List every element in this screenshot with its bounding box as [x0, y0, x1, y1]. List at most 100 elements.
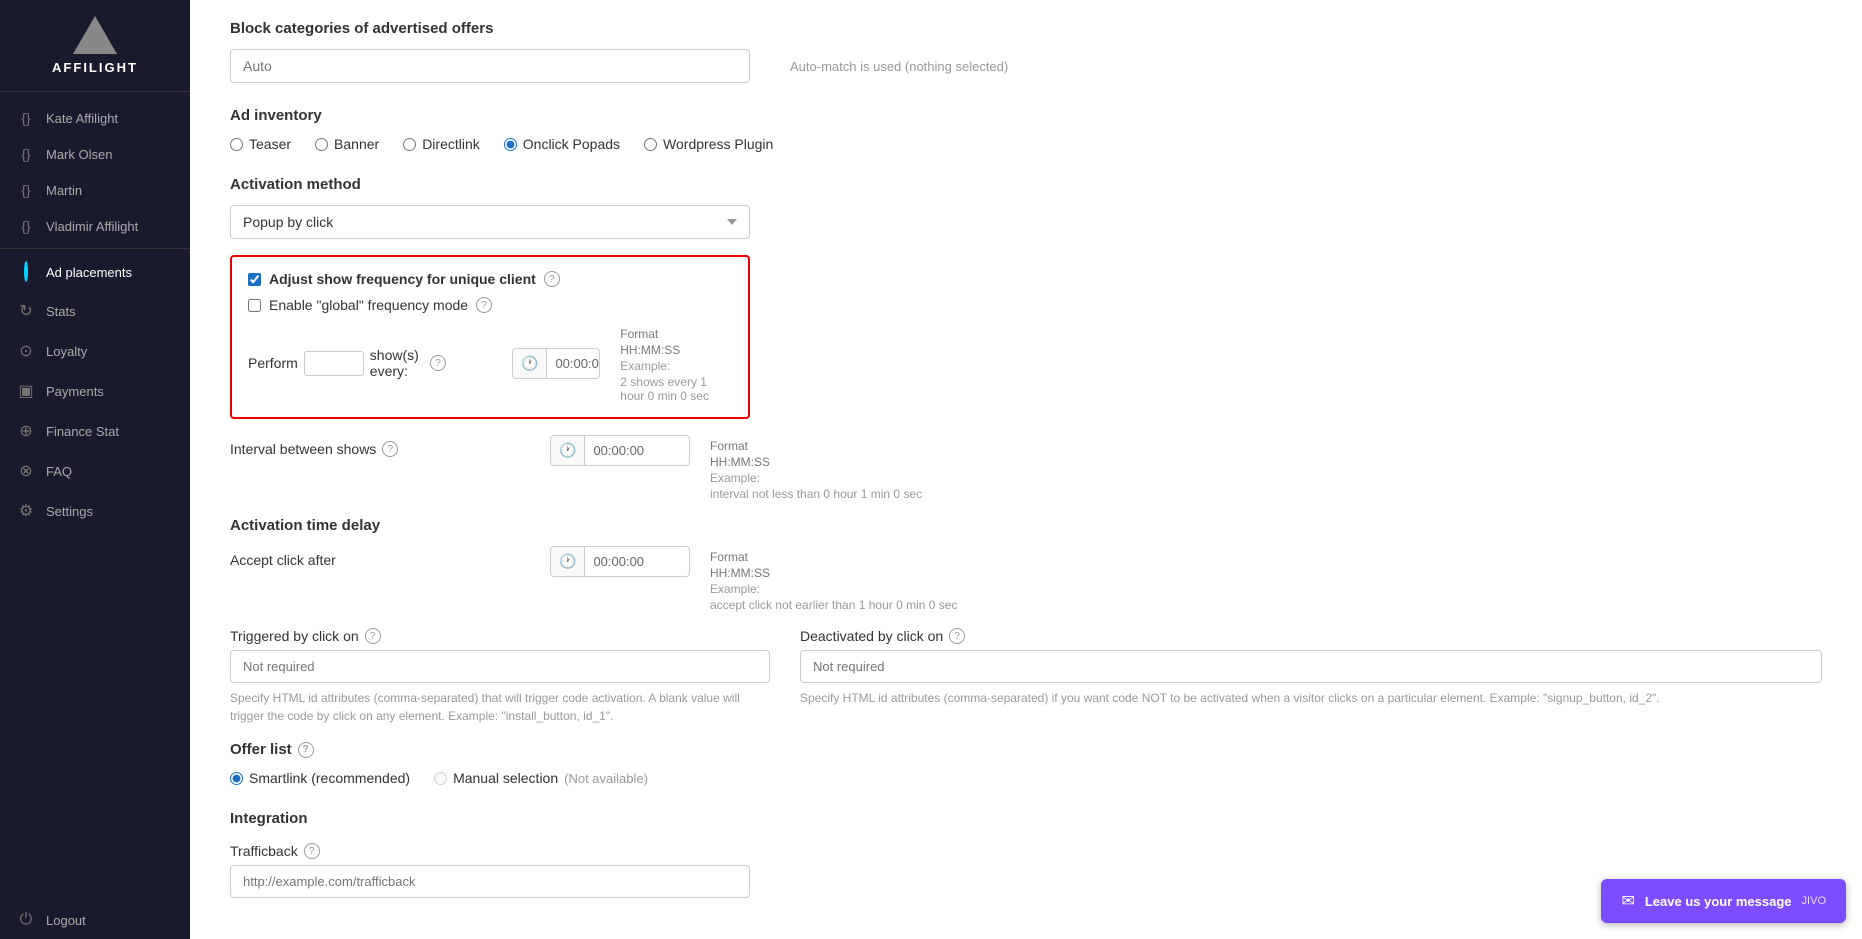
radio-teaser-input[interactable]: [230, 138, 243, 151]
radio-wordpress-input[interactable]: [644, 138, 657, 151]
triggered-label: Triggered by click on: [230, 628, 359, 644]
sidebar-item-logout[interactable]: ⏻ Logout: [0, 901, 190, 939]
accept-click-label-section: Accept click after: [230, 546, 530, 568]
sidebar-item-kate[interactable]: {} Kate Affilight: [0, 100, 190, 136]
freq-time-meta: Format HH:MM:SS Example: 2 shows every 1…: [620, 323, 732, 403]
activation-method-label: Activation method: [230, 176, 1822, 193]
interval-time-input[interactable]: [585, 437, 675, 464]
freq-global-help-icon[interactable]: ?: [476, 297, 492, 313]
interval-row: Interval between shows ? 🕐 Format HH:MM:…: [230, 435, 1822, 501]
radio-onclick-label: Onclick Popads: [523, 136, 620, 152]
interval-format: Format: [710, 439, 922, 453]
radio-onclick-input[interactable]: [504, 138, 517, 151]
freq-format: Format: [620, 327, 732, 341]
trafficback-input[interactable]: [230, 865, 750, 898]
sidebar-item-stats[interactable]: ↻ Stats: [0, 291, 190, 331]
shows-every-help-icon[interactable]: ?: [430, 355, 446, 371]
sidebar-label-kate: Kate Affilight: [46, 111, 118, 126]
block-categories-input[interactable]: [230, 49, 750, 83]
perform-label: Perform: [248, 355, 298, 371]
block-categories-label: Block categories of advertised offers: [230, 20, 1822, 37]
freq-adjust-label[interactable]: Adjust show frequency for unique client: [269, 271, 536, 287]
freq-time-input[interactable]: [547, 350, 600, 377]
jivo-chat-button[interactable]: ✉ Leave us your message JIVO: [1601, 879, 1846, 923]
ad-placements-icon: [16, 263, 36, 281]
sidebar-item-mark[interactable]: {} Mark Olsen: [0, 136, 190, 172]
sidebar-label-finance-stat: Finance Stat: [46, 424, 119, 439]
user-icon-martin: {}: [16, 182, 36, 198]
sidebar-item-faq[interactable]: ⊗ FAQ: [0, 451, 190, 491]
interval-format-hh: HH:MM:SS: [710, 455, 922, 469]
triggered-input[interactable]: [230, 650, 770, 683]
jivo-chat-icon: ✉: [1621, 891, 1634, 911]
sidebar-label-settings: Settings: [46, 504, 93, 519]
shows-every-label: show(s) every:: [370, 347, 424, 379]
trafficback-section: Trafficback ?: [230, 843, 1822, 898]
sidebar-label-ad-placements: Ad placements: [46, 265, 132, 280]
ad-inventory-label: Ad inventory: [230, 107, 1822, 124]
perform-input[interactable]: [304, 351, 364, 376]
radio-directlink[interactable]: Directlink: [403, 136, 480, 152]
logout-icon: ⏻: [16, 911, 36, 929]
radio-manual[interactable]: Manual selection (Not available): [434, 770, 648, 786]
freq-global-label[interactable]: Enable "global" frequency mode: [269, 297, 468, 313]
interval-label-section: Interval between shows ?: [230, 435, 530, 457]
activation-delay-label: Activation time delay: [230, 517, 1822, 534]
interval-help-icon[interactable]: ?: [382, 441, 398, 457]
sidebar-item-finance-stat[interactable]: ⊕ Finance Stat: [0, 411, 190, 451]
activation-method-select[interactable]: Popup by click: [230, 205, 750, 239]
radio-banner-input[interactable]: [315, 138, 328, 151]
user-icon-kate: {}: [16, 110, 36, 126]
radio-smartlink[interactable]: Smartlink (recommended): [230, 770, 410, 786]
sidebar-label-logout: Logout: [46, 913, 86, 928]
triggered-hint: Specify HTML id attributes (comma-separa…: [230, 689, 770, 725]
ad-inventory-radio-group: Teaser Banner Directlink Onclick Popads …: [230, 136, 1822, 152]
user-icon-vladimir: {}: [16, 218, 36, 234]
trafficback-help-icon[interactable]: ?: [304, 843, 320, 859]
radio-banner-label: Banner: [334, 136, 379, 152]
radio-wordpress-label: Wordpress Plugin: [663, 136, 773, 152]
radio-onclick[interactable]: Onclick Popads: [504, 136, 620, 152]
accept-click-time-input[interactable]: [585, 548, 675, 575]
offer-list-help-icon[interactable]: ?: [298, 742, 314, 758]
radio-teaser[interactable]: Teaser: [230, 136, 291, 152]
deactivated-help-icon[interactable]: ?: [949, 628, 965, 644]
sidebar-item-payments[interactable]: ▣ Payments: [0, 371, 190, 411]
freq-time-input-wrapper: 🕐: [512, 348, 600, 379]
accept-format-hh: HH:MM:SS: [710, 566, 957, 580]
sidebar-label-loyalty: Loyalty: [46, 344, 87, 359]
ad-inventory-section: Ad inventory Teaser Banner Directlink On…: [230, 107, 1822, 152]
radio-teaser-label: Teaser: [249, 136, 291, 152]
radio-smartlink-input[interactable]: [230, 772, 243, 785]
activation-method-section: Activation method Popup by click: [230, 176, 1822, 239]
deactivated-input[interactable]: [800, 650, 1822, 683]
freq-example-label: Example:: [620, 359, 732, 373]
logo-icon: [73, 16, 117, 54]
sidebar: AFFILIGHT {} Kate Affilight {} Mark Olse…: [0, 0, 190, 939]
logo: AFFILIGHT: [0, 0, 190, 92]
freq-global-row: Enable "global" frequency mode ?: [248, 297, 732, 313]
freq-adjust-help-icon[interactable]: ?: [544, 271, 560, 287]
faq-icon: ⊗: [16, 461, 36, 481]
sidebar-item-vladimir[interactable]: {} Vladimir Affilight: [0, 208, 190, 244]
sidebar-item-martin[interactable]: {} Martin: [0, 172, 190, 208]
deactivated-label: Deactivated by click on: [800, 628, 943, 644]
triggered-help-icon[interactable]: ?: [365, 628, 381, 644]
triggered-col: Triggered by click on ? Specify HTML id …: [230, 628, 770, 725]
radio-banner[interactable]: Banner: [315, 136, 379, 152]
sidebar-label-vladimir: Vladimir Affilight: [46, 219, 138, 234]
triggered-deactivated-section: Triggered by click on ? Specify HTML id …: [230, 628, 1822, 725]
freq-global-checkbox[interactable]: [248, 299, 261, 312]
freq-adjust-checkbox[interactable]: [248, 273, 261, 286]
sidebar-item-loyalty[interactable]: ⊙ Loyalty: [0, 331, 190, 371]
interval-meta: Format HH:MM:SS Example: interval not le…: [710, 435, 922, 501]
radio-directlink-input[interactable]: [403, 138, 416, 151]
radio-manual-input[interactable]: [434, 772, 447, 785]
main-content: Block categories of advertised offers Au…: [190, 0, 1862, 939]
interval-clock-icon: 🕐: [551, 436, 585, 465]
radio-wordpress[interactable]: Wordpress Plugin: [644, 136, 773, 152]
sidebar-item-settings[interactable]: ⚙ Settings: [0, 491, 190, 531]
sidebar-item-ad-placements[interactable]: Ad placements: [0, 253, 190, 291]
offer-list-title: Offer list: [230, 741, 292, 758]
accept-clock-icon: 🕐: [551, 547, 585, 576]
